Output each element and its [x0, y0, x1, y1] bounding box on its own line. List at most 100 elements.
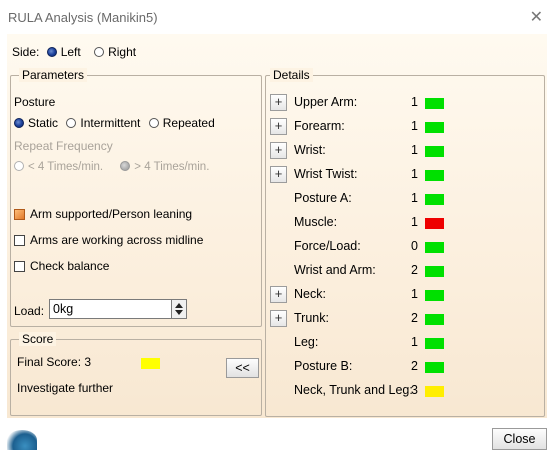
app-logo-icon	[7, 430, 37, 450]
repeat-less-label: < 4 Times/min.	[28, 161, 104, 173]
detail-value: 2	[411, 311, 418, 325]
detail-value: 3	[411, 383, 418, 397]
final-score-swatch	[141, 358, 160, 369]
detail-color-swatch	[425, 362, 444, 373]
score-group: Score Final Score: 3 Investigate further…	[10, 332, 262, 416]
detail-value: 1	[411, 335, 418, 349]
close-icon[interactable]: ✕	[530, 7, 543, 27]
detail-color-swatch	[425, 122, 444, 133]
repeat-less-radio[interactable]: < 4 Times/min.	[14, 161, 103, 173]
posture-options: Static Intermittent Repeated	[14, 116, 215, 130]
detail-label: Leg:	[294, 335, 319, 349]
radio-icon[interactable]	[94, 47, 105, 57]
repeat-options: < 4 Times/min. > 4 Times/min.	[14, 161, 209, 173]
expand-plus-icon[interactable]: +	[270, 310, 287, 327]
detail-value: 0	[411, 239, 418, 253]
detail-color-swatch	[425, 266, 444, 277]
spin-up-icon[interactable]	[175, 303, 183, 308]
detail-color-swatch	[425, 218, 444, 229]
load-spinner[interactable]	[171, 299, 187, 319]
expand-plus-icon[interactable]: +	[270, 118, 287, 135]
parameters-group: Parameters Posture Static Intermittent R…	[10, 68, 262, 327]
detail-label: Wrist:	[294, 143, 326, 157]
detail-label: Force/Load:	[294, 239, 361, 253]
check-balance-checkbox[interactable]: Check balance	[14, 259, 109, 273]
radio-selected-icon[interactable]	[120, 161, 131, 171]
side-right-radio[interactable]: Right	[94, 45, 136, 59]
posture-static-radio[interactable]: Static	[14, 116, 58, 130]
parameters-legend: Parameters	[19, 68, 88, 82]
detail-label: Forearm:	[294, 119, 345, 133]
detail-value: 2	[411, 263, 418, 277]
side-selector: Side: Left Right	[12, 45, 136, 59]
detail-value: 1	[411, 215, 418, 229]
repeat-more-radio[interactable]: > 4 Times/min.	[120, 161, 209, 173]
close-button[interactable]: Close	[492, 428, 547, 450]
checkbox-checked-icon[interactable]	[14, 209, 25, 220]
checkbox-icon[interactable]	[14, 261, 25, 272]
load-label: Load:	[14, 304, 45, 318]
posture-static-label: Static	[28, 116, 59, 130]
expand-plus-icon[interactable]: +	[270, 286, 287, 303]
check-balance-label: Check balance	[30, 259, 110, 273]
side-left-radio[interactable]: Left	[46, 45, 84, 59]
spin-down-icon[interactable]	[175, 310, 183, 315]
details-group: Details + Upper Arm: 1 + Forearm: 1 + Wrist: 1 + W…	[265, 68, 545, 417]
detail-label: Muscle:	[294, 215, 338, 229]
side-left-label: Left	[60, 45, 81, 59]
detail-label: Neck, Trunk and Leg:	[294, 383, 413, 397]
posture-intermittent-label: Intermittent	[80, 116, 141, 130]
detail-label: Wrist Twist:	[294, 167, 358, 181]
checkbox-icon[interactable]	[14, 235, 25, 246]
dialog-body: Side: Left Right Parameters Posture Stat…	[7, 34, 547, 452]
window-title: RULA Analysis (Manikin5)	[8, 10, 158, 25]
detail-value: 1	[411, 167, 418, 181]
detail-value: 1	[411, 287, 418, 301]
detail-value: 1	[411, 119, 418, 133]
arm-supported-label: Arm supported/Person leaning	[30, 207, 193, 221]
load-input[interactable]: 0kg	[49, 299, 179, 319]
detail-color-swatch	[425, 290, 444, 301]
detail-value: 1	[411, 143, 418, 157]
detail-color-swatch	[425, 242, 444, 253]
detail-label: Trunk:	[294, 311, 329, 325]
detail-color-swatch	[425, 146, 444, 157]
collapse-details-button[interactable]: <<	[226, 358, 259, 378]
detail-label: Neck:	[294, 287, 326, 301]
score-message: Investigate further	[17, 381, 114, 395]
radio-selected-icon[interactable]	[46, 47, 57, 57]
detail-color-swatch	[425, 314, 444, 325]
posture-repeated-radio[interactable]: Repeated	[148, 116, 215, 130]
final-score-label: Final Score: 3	[17, 355, 92, 369]
expand-plus-icon[interactable]: +	[270, 166, 287, 183]
footer: Close	[0, 418, 553, 453]
radio-icon[interactable]	[148, 118, 159, 128]
radio-selected-icon[interactable]	[14, 118, 24, 128]
radio-icon[interactable]	[66, 118, 77, 128]
side-right-label: Right	[108, 45, 137, 59]
arms-midline-checkbox[interactable]: Arms are working across midline	[14, 233, 203, 247]
detail-value: 1	[411, 191, 418, 205]
detail-label: Upper Arm:	[294, 95, 358, 109]
repeat-frequency-label: Repeat Frequency	[14, 139, 113, 153]
details-legend: Details	[270, 68, 313, 82]
detail-label: Posture B:	[294, 359, 353, 373]
detail-color-swatch	[425, 338, 444, 349]
arms-midline-label: Arms are working across midline	[30, 233, 204, 247]
detail-value: 1	[411, 95, 418, 109]
radio-icon[interactable]	[14, 161, 24, 171]
title-bar: RULA Analysis (Manikin5) ✕	[0, 0, 553, 34]
side-label: Side:	[12, 45, 40, 59]
detail-color-swatch	[425, 194, 444, 205]
score-legend: Score	[19, 332, 57, 346]
detail-color-swatch	[425, 98, 444, 109]
detail-color-swatch	[425, 386, 444, 397]
repeat-more-label: > 4 Times/min.	[134, 161, 210, 173]
expand-plus-icon[interactable]: +	[270, 94, 287, 111]
posture-label: Posture	[14, 95, 56, 109]
posture-intermittent-radio[interactable]: Intermittent	[66, 116, 140, 130]
detail-label: Posture A:	[294, 191, 352, 205]
expand-plus-icon[interactable]: +	[270, 142, 287, 159]
arm-supported-checkbox[interactable]: Arm supported/Person leaning	[14, 207, 192, 221]
posture-repeated-label: Repeated	[162, 116, 215, 130]
